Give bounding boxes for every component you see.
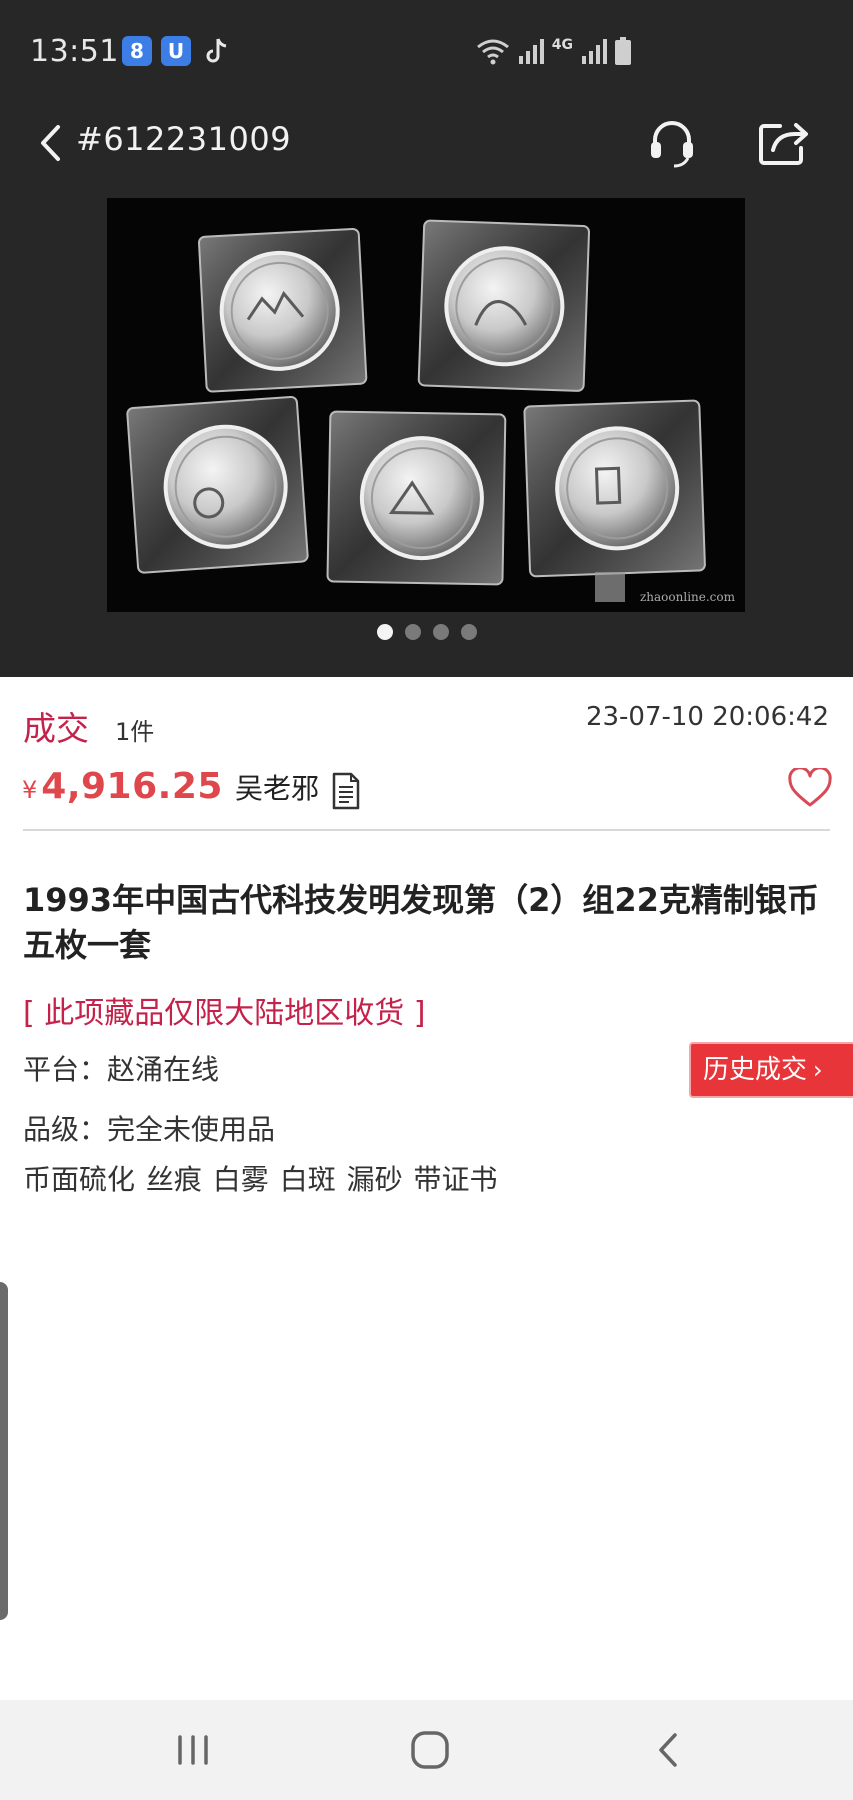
carousel-dot[interactable] [376, 624, 393, 640]
watermark-logo [595, 572, 625, 602]
network-type-label: 4G [551, 37, 573, 53]
coin-set-photo [126, 219, 706, 586]
section-divider [23, 829, 830, 831]
carousel-dot[interactable] [432, 624, 449, 640]
coin-packet [417, 219, 591, 392]
signal-icon [518, 39, 544, 64]
grade-info: 品级：完全未使用品 [23, 1113, 276, 1146]
dark-header-area: 13:51 8 U 4G #612231009 zhaoonline.com [0, 0, 853, 677]
system-back-icon[interactable] [656, 1732, 680, 1768]
status-bar: 13:51 8 U 4G [0, 0, 853, 100]
favorite-heart-icon[interactable] [788, 768, 832, 808]
coin-packet [326, 410, 507, 586]
tiktok-icon [206, 38, 227, 63]
home-icon[interactable] [410, 1730, 450, 1770]
carousel-dot[interactable] [404, 624, 421, 640]
lot-number: #612231009 [76, 120, 292, 158]
product-image-carousel[interactable]: zhaoonline.com [107, 198, 745, 612]
condition-tags: 币面硫化 丝痕 白雾 白斑 漏砂 带证书 [23, 1163, 498, 1196]
coin-packet [126, 395, 309, 574]
deal-quantity: 1件 [115, 718, 155, 746]
carousel-page-indicator [0, 624, 853, 644]
status-indicators: 4G [476, 36, 631, 66]
back-icon[interactable] [38, 124, 64, 162]
top-nav-bar: #612231009 [0, 100, 853, 190]
chevron-right-icon: › [813, 1056, 823, 1084]
recent-apps-icon[interactable] [176, 1734, 210, 1766]
coin-packet [198, 227, 368, 393]
status-time: 13:51 [30, 34, 119, 69]
battery-icon [615, 37, 631, 65]
coin-packet [523, 399, 706, 578]
signal-icon [582, 39, 607, 64]
system-nav-bar [0, 1700, 853, 1800]
price-row: ¥ 4,916.25 吴老邪 [22, 766, 361, 816]
carousel-dot[interactable] [460, 624, 477, 640]
buyer-name: 吴老邪 [234, 772, 319, 805]
deal-time: 23-07-10 20:06:42 [585, 702, 829, 732]
item-title: 1993年中国古代科技发明发现第（2）组22克精制银币五枚一套 [23, 881, 819, 964]
shipping-restriction: [ 此项藏品仅限大陆地区收货 ] [23, 996, 426, 1031]
app-notification-icon: U [161, 36, 191, 66]
deal-status-label: 成交 [23, 709, 89, 748]
customer-service-icon[interactable] [646, 116, 698, 168]
watermark-text: zhaoonline.com [639, 590, 735, 604]
document-icon[interactable] [331, 772, 361, 810]
platform-info: 平台：赵涌在线 [23, 1053, 220, 1086]
history-deals-label: 历史成交 [703, 1055, 808, 1085]
wifi-icon [476, 39, 509, 65]
deal-price: 4,916.25 [41, 766, 223, 807]
share-icon[interactable] [758, 118, 810, 166]
edge-panel-handle[interactable] [0, 1282, 8, 1620]
currency-symbol: ¥ [22, 776, 38, 804]
app-notification-icon: 8 [122, 36, 152, 66]
history-deals-button[interactable]: 历史成交 › [689, 1042, 853, 1098]
